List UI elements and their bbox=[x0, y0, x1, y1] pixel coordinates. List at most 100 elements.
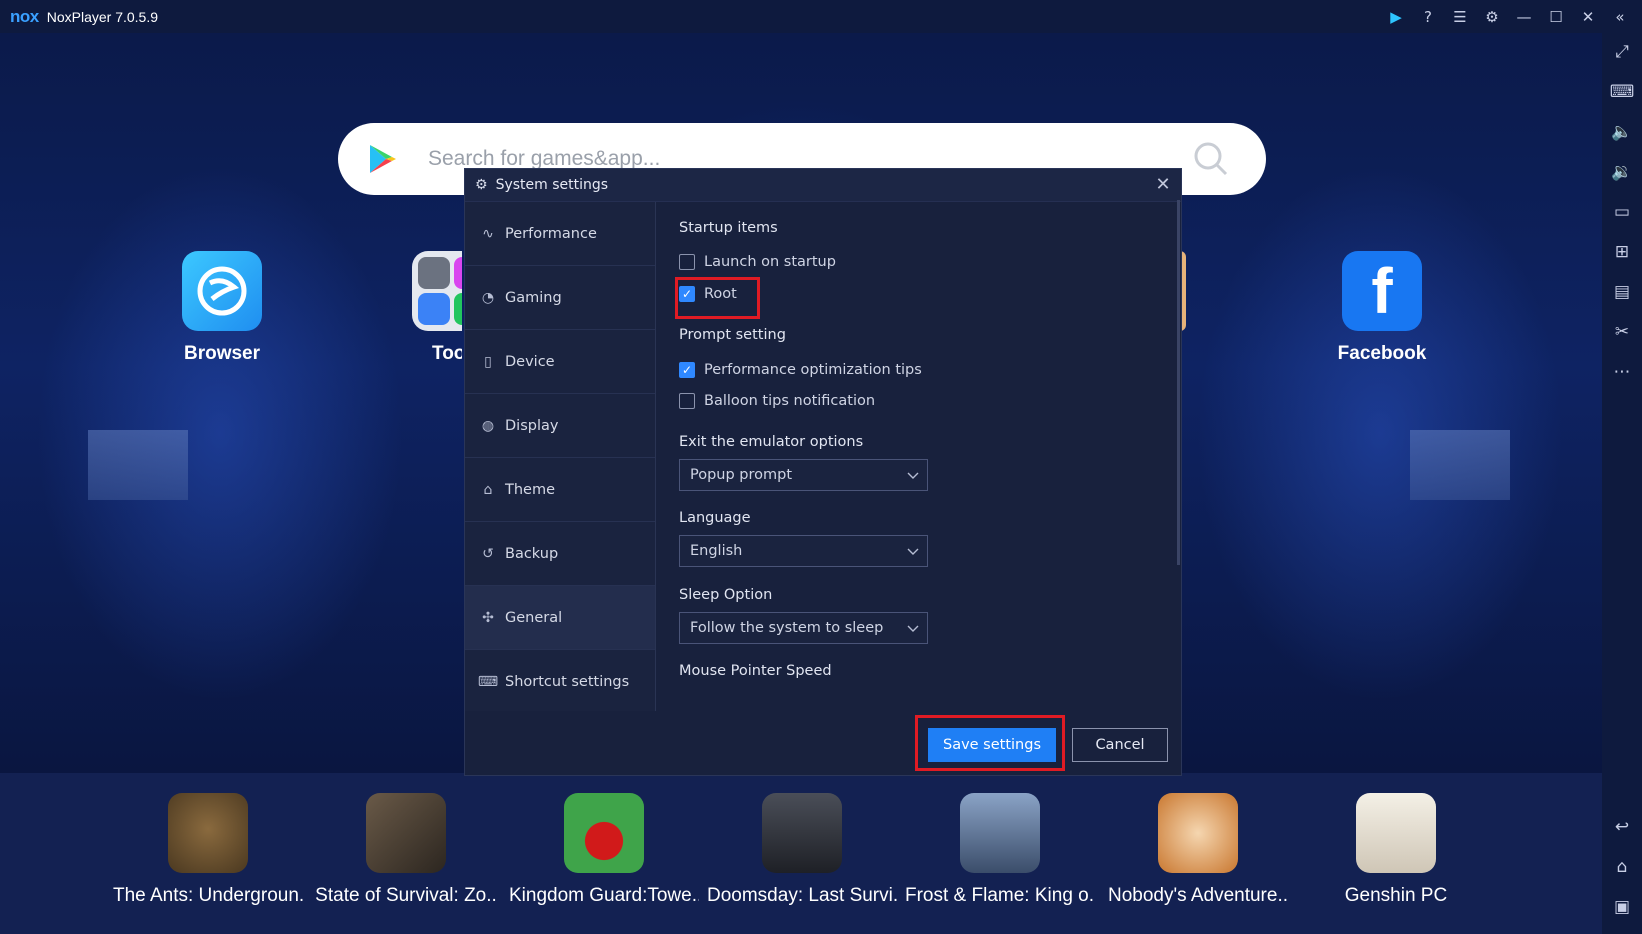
recent-apps-icon[interactable]: ▣ bbox=[1602, 888, 1642, 926]
dialog-title: System settings bbox=[495, 177, 609, 193]
nav-item-theme[interactable]: ⌂ Theme bbox=[465, 458, 655, 522]
state-of-survival-icon bbox=[366, 793, 446, 873]
settings-scrollbar[interactable] bbox=[1177, 200, 1180, 565]
select-value: Popup prompt bbox=[690, 467, 793, 483]
nav-item-label: Performance bbox=[505, 225, 597, 242]
language-select[interactable]: English bbox=[679, 535, 928, 567]
prompt-setting-heading: Prompt setting bbox=[679, 327, 786, 343]
nav-item-general[interactable]: ✣ General bbox=[465, 586, 655, 650]
save-settings-button[interactable]: Save settings bbox=[928, 728, 1056, 762]
checkbox-label: Balloon tips notification bbox=[704, 393, 876, 409]
dock-app-ants[interactable]: The Ants: Undergroun.. bbox=[113, 793, 303, 907]
select-value: Follow the system to sleep bbox=[690, 620, 884, 636]
back-icon[interactable]: ↩ bbox=[1602, 808, 1642, 846]
startup-items-heading: Startup items bbox=[679, 220, 778, 236]
dialog-header: ⚙ System settings bbox=[465, 169, 1181, 202]
right-toolbar: ⤢ ⌨ 🔈 🔉 ▭ ⊞ ▤ ✂ ⋯ ↩ ⌂ ▣ bbox=[1602, 33, 1642, 934]
multi-instance-icon[interactable]: ▤ bbox=[1602, 273, 1642, 311]
keyboard-icon[interactable]: ⌨ bbox=[1602, 73, 1642, 111]
play-icon[interactable]: ▶ bbox=[1380, 8, 1412, 26]
nav-item-device[interactable]: ▯ Device bbox=[465, 330, 655, 394]
menu-icon[interactable]: ☰ bbox=[1444, 8, 1476, 26]
theme-icon: ⌂ bbox=[483, 481, 493, 498]
close-icon[interactable]: ✕ bbox=[1572, 8, 1604, 26]
nav-item-label: Theme bbox=[505, 481, 556, 498]
checkbox-box[interactable]: ✓ bbox=[679, 362, 695, 378]
app-facebook[interactable]: f Facebook bbox=[1312, 251, 1452, 365]
search-icon[interactable] bbox=[1192, 140, 1230, 178]
checkbox-box[interactable] bbox=[679, 254, 695, 270]
app-label: Browser bbox=[183, 343, 261, 364]
display-icon: ◍ bbox=[481, 417, 495, 434]
genshin-icon bbox=[1356, 793, 1436, 873]
exit-options-select[interactable]: Popup prompt bbox=[679, 459, 928, 491]
nav-item-label: Display bbox=[505, 417, 559, 434]
nav-item-shortcut-settings[interactable]: ⌨ Shortcut settings bbox=[465, 650, 655, 711]
checkbox-label: Performance optimization tips bbox=[704, 362, 922, 378]
volume-up-icon[interactable]: 🔈 bbox=[1602, 113, 1642, 151]
app-title: NoxPlayer 7.0.5.9 bbox=[46, 8, 159, 25]
dock-app-label: Kingdom Guard:Towe.. bbox=[509, 885, 699, 906]
app-label: Tool bbox=[432, 343, 462, 364]
cancel-button[interactable]: Cancel bbox=[1072, 728, 1168, 762]
dock-app-label: Doomsday: Last Survi.. bbox=[707, 885, 897, 906]
doomsday-icon bbox=[762, 793, 842, 873]
dock-app-label: Frost & Flame: King o.. bbox=[905, 885, 1095, 906]
nav-item-display[interactable]: ◍ Display bbox=[465, 394, 655, 458]
settings-gear-icon: ⚙ bbox=[475, 177, 488, 193]
nav-item-backup[interactable]: ↺ Backup bbox=[465, 522, 655, 586]
dock-app-label: State of Survival: Zo.. bbox=[315, 885, 497, 906]
dock-app-state-of-survival[interactable]: State of Survival: Zo.. bbox=[311, 793, 501, 907]
collapse-icon[interactable]: « bbox=[1604, 8, 1636, 26]
launch-on-startup-checkbox[interactable]: Launch on startup bbox=[679, 254, 836, 270]
performance-tips-checkbox[interactable]: ✓ Performance optimization tips bbox=[679, 362, 922, 378]
browser-icon bbox=[182, 251, 262, 331]
pulse-icon: ∿ bbox=[482, 225, 494, 242]
language-heading: Language bbox=[679, 510, 751, 526]
nav-item-label: General bbox=[505, 609, 563, 626]
balloon-tips-checkbox[interactable]: Balloon tips notification bbox=[679, 393, 875, 409]
facebook-icon: f bbox=[1342, 251, 1422, 331]
chevron-down-icon bbox=[907, 548, 919, 555]
tool-folder-icon bbox=[412, 251, 462, 331]
screenshot-icon[interactable]: ✂ bbox=[1602, 313, 1642, 351]
app-dock: The Ants: Undergroun.. State of Survival… bbox=[0, 773, 1602, 934]
nav-item-gaming[interactable]: ◔ Gaming bbox=[465, 266, 655, 330]
dock-app-doomsday[interactable]: Doomsday: Last Survi.. bbox=[707, 793, 897, 907]
minimize-icon[interactable]: — bbox=[1508, 8, 1540, 26]
settings-nav: ∿ Performance ◔ Gaming ▯ Device ◍ Displa… bbox=[465, 202, 656, 711]
title-controls: ▶ ? ☰ ⚙ — ☐ ✕ « bbox=[1380, 0, 1636, 33]
backup-icon: ↺ bbox=[482, 545, 494, 562]
dialog-close-button[interactable]: ✕ bbox=[1151, 173, 1175, 197]
nav-item-label: Shortcut settings bbox=[505, 673, 630, 690]
screen-icon[interactable]: ▭ bbox=[1602, 193, 1642, 231]
app-browser[interactable]: Browser bbox=[152, 251, 292, 365]
nav-item-performance[interactable]: ∿ Performance bbox=[465, 202, 655, 266]
home-icon[interactable]: ⌂ bbox=[1602, 848, 1642, 886]
select-value: English bbox=[690, 543, 743, 559]
add-apk-icon[interactable]: ⊞ bbox=[1602, 233, 1642, 271]
checkbox-label: Launch on startup bbox=[704, 254, 836, 270]
kingdom-guard-icon bbox=[564, 793, 644, 873]
app-tool[interactable]: Tool bbox=[342, 251, 462, 365]
volume-down-icon[interactable]: 🔉 bbox=[1602, 153, 1642, 191]
dock-app-kingdom-guard[interactable]: Kingdom Guard:Towe.. bbox=[509, 793, 699, 907]
background-window-right bbox=[1410, 430, 1510, 500]
checkbox-box[interactable] bbox=[679, 393, 695, 409]
dock-app-label: Genshin PC bbox=[1344, 885, 1448, 906]
sleep-option-select[interactable]: Follow the system to sleep bbox=[679, 612, 928, 644]
sleep-option-heading: Sleep Option bbox=[679, 587, 773, 603]
dock-app-nobodys-adventure[interactable]: Nobody's Adventure.. bbox=[1103, 793, 1293, 907]
fullscreen-icon[interactable]: ⤢ bbox=[1602, 33, 1642, 71]
dock-app-label: Nobody's Adventure.. bbox=[1107, 885, 1289, 906]
frost-flame-icon bbox=[960, 793, 1040, 873]
dock-app-frost-flame[interactable]: Frost & Flame: King o.. bbox=[905, 793, 1095, 907]
more-icon[interactable]: ⋯ bbox=[1602, 353, 1642, 391]
keyboard-icon: ⌨ bbox=[477, 673, 499, 690]
dock-app-genshin[interactable]: Genshin PC bbox=[1301, 793, 1491, 907]
gear-icon[interactable]: ⚙ bbox=[1476, 8, 1508, 26]
background-window-left bbox=[88, 430, 188, 500]
maximize-icon[interactable]: ☐ bbox=[1540, 8, 1572, 26]
nav-item-label: Backup bbox=[505, 545, 559, 562]
help-icon[interactable]: ? bbox=[1412, 8, 1444, 26]
